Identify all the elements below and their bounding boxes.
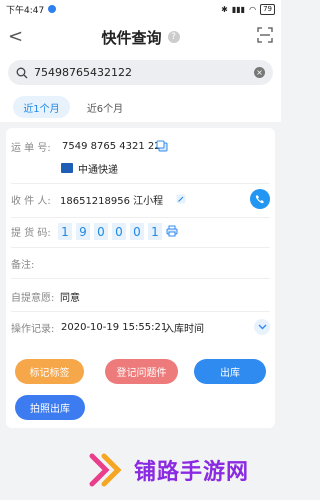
search-section: 75498765432122 × (0, 56, 281, 92)
note-label: 备注: (11, 259, 35, 271)
pickup-digit: 0 (112, 223, 126, 240)
search-icon (16, 67, 28, 78)
search-input[interactable]: 75498765432122 × (8, 60, 273, 85)
divider (11, 278, 270, 279)
waybill-row: 运 单 号: 7549 8765 4321 22 (6, 138, 275, 154)
phone-icon (255, 195, 264, 204)
carrier-logo-icon (61, 163, 73, 173)
log-time: 2020-10-19 15:55:21 (61, 321, 168, 333)
recipient-value: 18651218956 江小程 (60, 195, 164, 207)
note-row: 备注: (6, 255, 275, 271)
self-pickup-label: 自提意愿: (11, 292, 55, 304)
waybill-value: 7549 8765 4321 22 (62, 140, 161, 152)
search-value: 75498765432122 (34, 66, 132, 79)
watermark-text: 铺路手游网 (134, 460, 250, 485)
watermark-logo-icon (89, 453, 122, 487)
register-issue-button[interactable]: 登记问题件 (105, 359, 178, 384)
parcel-card: 运 单 号: 7549 8765 4321 22 中通快递 收 件 人: 186… (6, 128, 275, 428)
pickup-digit: 1 (148, 223, 162, 240)
date-range-tabs: 近1个月 近6个月 (0, 92, 281, 122)
expand-button[interactable] (254, 319, 270, 335)
bluetooth-icon: ✱ (221, 4, 228, 14)
copy-icon[interactable] (156, 140, 168, 152)
pickup-code-label: 提 货 码: (11, 227, 51, 239)
scan-icon[interactable] (257, 27, 273, 43)
tab-1-month[interactable]: 近1个月 (13, 96, 70, 118)
page-title: 快件查询 (101, 28, 162, 47)
edit-icon[interactable] (176, 194, 186, 204)
wifi-icon: ◠ (249, 4, 257, 14)
pickup-digit: 0 (94, 223, 108, 240)
notification-dot-icon (48, 5, 57, 13)
carrier-row: 中通快递 (6, 160, 275, 176)
recipient-label: 收 件 人: (11, 195, 51, 207)
self-pickup-value: 同意 (60, 292, 80, 304)
tab-6-months[interactable]: 近6个月 (80, 96, 130, 118)
help-icon[interactable]: ? (167, 31, 180, 43)
pickup-code-row: 提 货 码: 1 9 0 0 0 1 (6, 221, 275, 241)
divider (11, 217, 270, 218)
chevron-down-icon (258, 324, 266, 330)
back-icon[interactable]: < (8, 26, 23, 47)
log-event: 入库时间 (164, 323, 204, 335)
pickup-digit: 9 (76, 223, 90, 240)
photo-outbound-button[interactable]: 拍照出库 (15, 395, 85, 420)
log-label: 操作记录: (11, 323, 55, 335)
waybill-label: 运 单 号: (11, 142, 51, 154)
divider (11, 183, 270, 184)
recipient-row: 收 件 人: 18651218956 江小程 (6, 188, 275, 210)
watermark: 铺路手游网 (88, 450, 249, 490)
outbound-button[interactable]: 出库 (194, 359, 266, 384)
self-pickup-row: 自提意愿: 同意 (6, 288, 275, 304)
battery-icon: 79 (260, 3, 275, 15)
pickup-digit: 1 (58, 223, 72, 240)
status-icons: ✱ ▮▮▮ ◠ 79 (221, 3, 275, 15)
divider (11, 247, 270, 248)
signal-icon: ▮▮▮ (231, 4, 246, 14)
nav-bar: < 快件查询 ? (0, 18, 281, 56)
print-icon[interactable] (166, 225, 178, 237)
status-time: 下午4:47 (6, 5, 45, 16)
status-bar: 下午4:47 ✱ ▮▮▮ ◠ 79 (0, 0, 281, 18)
call-button[interactable] (250, 189, 270, 209)
clear-icon[interactable]: × (254, 67, 265, 78)
log-row: 操作记录: 2020-10-19 15:55:21 入库时间 (6, 319, 275, 335)
carrier-name: 中通快递 (78, 164, 118, 176)
tag-button[interactable]: 标记标签 (15, 359, 84, 384)
divider (11, 311, 270, 312)
pickup-digit: 0 (130, 223, 144, 240)
